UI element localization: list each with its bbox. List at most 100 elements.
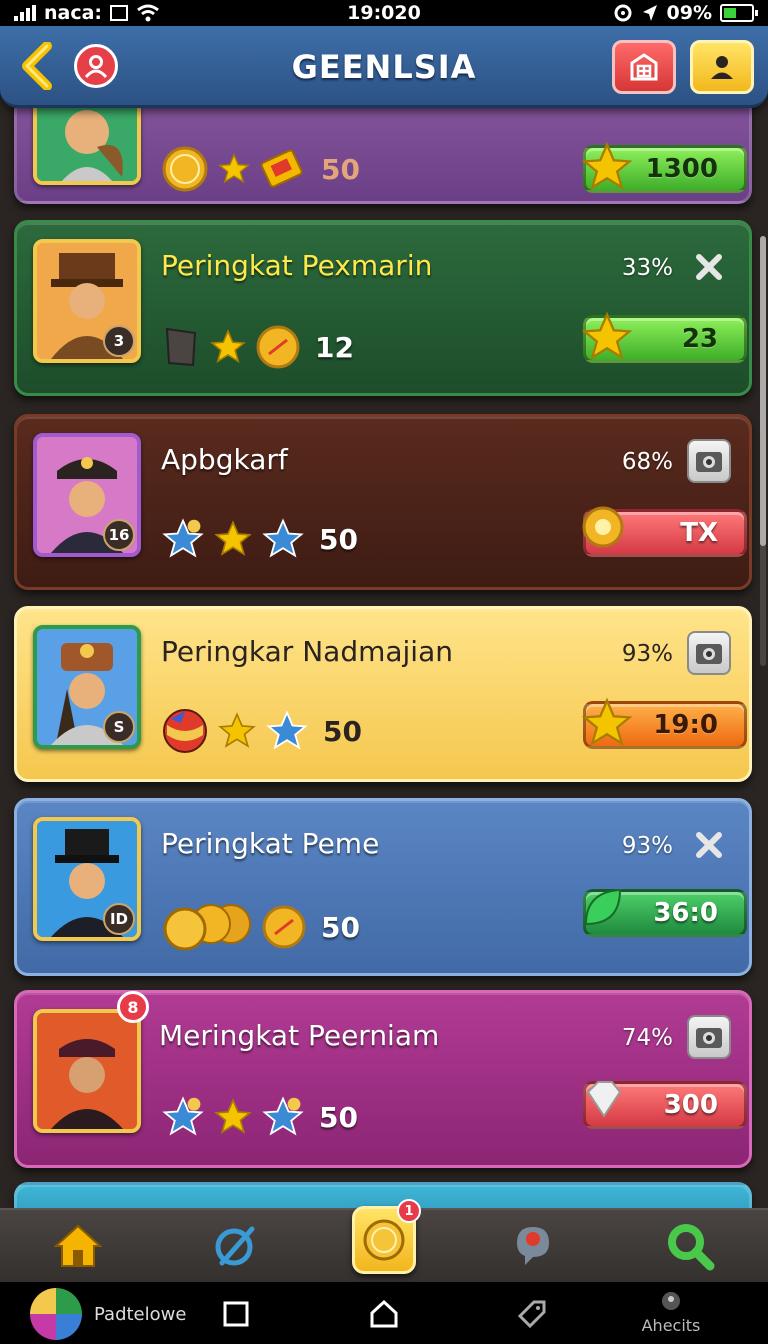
- scrollbar-thumb[interactable]: [760, 236, 766, 546]
- home-icon: [53, 1224, 103, 1267]
- clock: 19:020: [347, 2, 421, 24]
- dot-icon: [662, 1292, 680, 1310]
- progress-label: 1300: [645, 154, 718, 184]
- blue-star-icon: [162, 518, 204, 558]
- reward-row: 50: [161, 703, 362, 759]
- coin-icon: [256, 325, 300, 369]
- close-button[interactable]: [687, 245, 731, 289]
- nav-explore[interactable]: [195, 1214, 275, 1278]
- progress-button[interactable]: 23: [581, 311, 747, 363]
- nav-home[interactable]: [38, 1214, 118, 1278]
- status-bar: naca: 19:020 09%: [0, 0, 768, 26]
- notification-badge: 8: [117, 991, 149, 1023]
- tag-icon: [517, 1300, 546, 1329]
- reward-count: 50: [321, 152, 360, 186]
- progress-button[interactable]: TX: [582, 506, 747, 557]
- search-icon: [667, 1224, 715, 1271]
- nav-rewards[interactable]: 1: [351, 1199, 421, 1274]
- reward-row: 12: [161, 319, 354, 375]
- bottom-nav: 1: [0, 1199, 768, 1282]
- wifi-icon: [137, 4, 159, 22]
- reward-row: 50: [161, 511, 358, 567]
- star-icon: [214, 1098, 252, 1134]
- location-icon: [642, 5, 657, 21]
- rank-name: Meringkat Peerniam: [159, 1019, 440, 1052]
- camera-button[interactable]: [687, 1015, 731, 1059]
- compass-icon: [215, 1226, 255, 1266]
- rank-avatar: 3: [33, 239, 141, 363]
- recents-button[interactable]: [218, 1296, 254, 1332]
- blue-star-icon: [262, 1096, 304, 1136]
- system-bar: Padtelowe Ahecits: [0, 1282, 768, 1344]
- system-right-item[interactable]: Ahecits: [636, 1290, 706, 1335]
- progress-button[interactable]: 36:0: [583, 888, 747, 937]
- progress-label: TX: [680, 518, 718, 548]
- coin-icon: [262, 905, 306, 949]
- ticket-icon: [260, 149, 303, 188]
- progress-label: 23: [681, 324, 718, 354]
- reward-row: 50: [161, 1089, 358, 1145]
- blue-star-icon: [262, 518, 304, 558]
- nav-search[interactable]: [650, 1214, 730, 1278]
- level-badge: ID: [103, 903, 135, 935]
- star-icon: [218, 153, 250, 184]
- rank-avatar: S: [33, 625, 141, 749]
- star-icon: [218, 712, 256, 748]
- home-outline-icon: [370, 1299, 398, 1328]
- app-label: Padtelowe: [94, 1303, 187, 1325]
- shop-button[interactable]: [612, 40, 676, 94]
- rank-name: Peringkat Peme: [161, 827, 380, 860]
- rank-percent: 93%: [621, 641, 673, 667]
- rank-card[interactable]: 50 1300: [14, 108, 752, 204]
- rank-card[interactable]: S Peringkar Nadmajian 93% 50 19:0: [14, 606, 752, 782]
- scrollbar[interactable]: [760, 236, 766, 666]
- carrier-label: naca:: [44, 2, 103, 24]
- rank-card[interactable]: [14, 1182, 752, 1208]
- rank-card[interactable]: 8 Meringkat Peerniam 74% 50 300: [14, 990, 752, 1168]
- progress-label: 19:0: [653, 710, 718, 740]
- rank-percent: 74%: [621, 1025, 673, 1051]
- rank-avatar: 16: [33, 433, 141, 557]
- reward-count: 50: [323, 714, 362, 748]
- camera-icon: [696, 644, 722, 664]
- progress-button[interactable]: 1300: [581, 141, 747, 193]
- reward-count: 50: [319, 522, 358, 556]
- user-button[interactable]: [690, 40, 754, 94]
- close-button[interactable]: [687, 823, 731, 867]
- star-icon: [581, 311, 633, 360]
- level-badge: 3: [103, 325, 135, 357]
- star-icon: [210, 329, 246, 363]
- tag-button[interactable]: [514, 1296, 550, 1332]
- square-icon: [223, 1301, 249, 1327]
- system-app-shortcut[interactable]: Padtelowe: [30, 1288, 186, 1340]
- sync-icon: [614, 4, 632, 22]
- rank-percent: 33%: [621, 255, 673, 281]
- chat-icon: [516, 1227, 549, 1265]
- rank-avatar: [33, 1009, 141, 1133]
- blue-star-icon: [266, 710, 308, 750]
- rank-card[interactable]: 16 Apbgkarf 68% 50 TX: [14, 414, 752, 590]
- progress-label: 300: [663, 1090, 718, 1120]
- rank-avatar: [33, 108, 141, 185]
- close-icon: [696, 832, 722, 858]
- level-badge: S: [103, 711, 135, 743]
- camera-button[interactable]: [687, 439, 731, 483]
- reward-count: 50: [321, 910, 360, 944]
- app-icon: [30, 1288, 82, 1340]
- rank-percent: 68%: [621, 449, 673, 475]
- progress-button[interactable]: 19:0: [581, 697, 747, 749]
- coin-icon: [162, 146, 208, 192]
- rank-percent: 93%: [621, 833, 673, 859]
- progress-label: 36:0: [653, 898, 718, 928]
- rank-card[interactable]: ID Peringkat Peme 93% 50 36:0: [14, 798, 752, 976]
- camera-button[interactable]: [687, 631, 731, 675]
- rank-list[interactable]: 50 1300 3 Peringkat Pexmarin 33% 12 23 1…: [0, 108, 768, 1208]
- nav-chat[interactable]: [493, 1214, 573, 1278]
- progress-button[interactable]: 300: [583, 1081, 747, 1129]
- shop-icon: [630, 53, 658, 81]
- star-icon: [581, 697, 633, 746]
- ball-icon: [163, 709, 207, 753]
- home-system-button[interactable]: [366, 1296, 402, 1332]
- rank-name: Peringkat Pexmarin: [161, 249, 433, 282]
- rank-card[interactable]: 3 Peringkat Pexmarin 33% 12 23: [14, 220, 752, 396]
